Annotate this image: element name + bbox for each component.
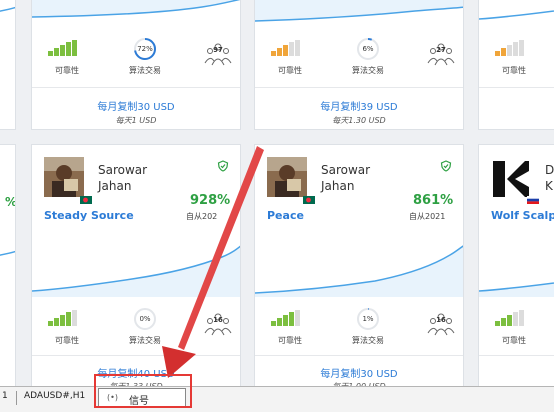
- signal-card-wolf-scalp-partial[interactable]: D K Wolf Scalp 可靠性: [478, 144, 554, 404]
- algo-trading-stat: 6% 算法交易: [333, 37, 403, 77]
- algo-label: 算法交易: [352, 336, 384, 345]
- equity-chart: [0, 250, 15, 256]
- provider-name-last[interactable]: K: [545, 178, 553, 194]
- subscribers-count: 16: [436, 316, 446, 324]
- reliability-stat: 可靠性: [255, 307, 325, 347]
- since-year: 自从202: [186, 212, 218, 221]
- subscribers-icon: 97: [204, 39, 232, 67]
- signal-card-top-3-partial[interactable]: 可靠性: [478, 0, 554, 130]
- tab-signals[interactable]: (•) 信号: [98, 388, 186, 408]
- signal-broadcast-icon: (•): [107, 393, 118, 402]
- price-link[interactable]: 每月复制39 USD: [255, 98, 463, 113]
- signal-card-left-partial[interactable]: %: [0, 144, 16, 404]
- gain-percent: 928%: [190, 193, 231, 208]
- provider-avatar[interactable]: [44, 157, 84, 197]
- equity-chart: [255, 245, 463, 297]
- provider-name-last[interactable]: Jahan: [98, 178, 131, 194]
- gain-percent: 861%: [413, 193, 454, 208]
- subscribers-icon: 27: [427, 39, 455, 67]
- reliability-stat: 可靠性: [32, 37, 102, 77]
- subscribers-count: 16: [213, 316, 223, 324]
- price-link[interactable]: 每月复制30 USD: [255, 365, 463, 380]
- algo-label: 算法交易: [352, 66, 384, 75]
- signal-card-top-1[interactable]: 可靠性 72% 算法交易 97 每月复制30 USD 每天1 USD: [31, 0, 241, 130]
- algo-ring: 72%: [133, 37, 157, 61]
- signals-viewport: 可靠性 72% 算法交易 97 每月复制30 USD 每天1 USD 可靠性 6…: [0, 0, 554, 412]
- reliability-label: 可靠性: [55, 336, 79, 345]
- reliability-label: 可靠性: [278, 66, 302, 75]
- reliability-stat: 可靠性: [255, 37, 325, 77]
- price-link[interactable]: 每月复制30 USD: [32, 98, 240, 113]
- equity-chart: [255, 0, 463, 22]
- algo-percent: 0%: [139, 315, 151, 323]
- bangladesh-flag-icon: [80, 189, 92, 204]
- strategy-name[interactable]: Steady Source: [44, 209, 134, 222]
- signal-card-top-2[interactable]: 可靠性 6% 算法交易 27 每月复制39 USD 每天1.30 USD: [254, 0, 464, 130]
- reliability-label: 可靠性: [502, 66, 526, 75]
- reliability-bars: [48, 310, 78, 326]
- provider-name-first[interactable]: Sarowar: [321, 162, 370, 178]
- price-link[interactable]: 每月复制40 USD: [32, 365, 240, 380]
- subscribers-icon: 16: [204, 309, 232, 337]
- reliability-bars: [495, 310, 525, 326]
- signal-card-steady-source[interactable]: Sarowar Jahan Steady Source 928% 自从202 可…: [31, 144, 241, 404]
- algo-trading-stat: 1% 算法交易: [333, 307, 403, 347]
- reliability-stat: 可靠性: [479, 307, 549, 347]
- russia-flag-icon: [527, 189, 539, 204]
- provider-avatar[interactable]: [267, 157, 307, 197]
- algo-trading-stat: 72% 算法交易: [110, 37, 180, 77]
- reliability-bars: [48, 40, 78, 56]
- subscribers-icon: 16: [427, 309, 455, 337]
- algo-label: 算法交易: [129, 66, 161, 75]
- reliability-bars: [271, 40, 301, 56]
- reliability-stat: 可靠性: [32, 307, 102, 347]
- algo-ring: 1%: [356, 307, 380, 331]
- strategy-name[interactable]: Peace: [267, 209, 304, 222]
- provider-logo[interactable]: [491, 159, 531, 199]
- reliability-label: 可靠性: [55, 66, 79, 75]
- gain-percent: %: [5, 195, 16, 209]
- provider-name-first[interactable]: Sarowar: [98, 162, 147, 178]
- algo-label: 算法交易: [129, 336, 161, 345]
- equity-chart: [0, 6, 15, 12]
- equity-chart: [479, 282, 554, 297]
- daily-price: 每天1.30 USD: [332, 116, 386, 125]
- bangladesh-flag-icon: [303, 189, 315, 204]
- signal-card-top-left-partial[interactable]: [0, 0, 16, 130]
- equity-chart: [32, 0, 240, 18]
- subscribers-count: 27: [436, 46, 446, 54]
- equity-chart: [479, 10, 554, 20]
- algo-percent: 6%: [362, 45, 374, 53]
- algo-ring: 0%: [133, 307, 157, 331]
- reliability-label: 可靠性: [278, 336, 302, 345]
- daily-price: 每天1 USD: [115, 116, 157, 125]
- provider-name-first[interactable]: D: [545, 162, 554, 178]
- tab-signals-label: 信号: [129, 396, 149, 407]
- terminal-tab-bar: 1 ADAUSD#,H1 (•) 信号: [0, 386, 554, 412]
- provider-name-last[interactable]: Jahan: [321, 178, 354, 194]
- reliability-bars: [271, 310, 301, 326]
- algo-percent: 72%: [137, 45, 153, 53]
- tab-chart-symbol[interactable]: ADAUSD#,H1: [24, 391, 85, 401]
- signal-card-peace[interactable]: Sarowar Jahan Peace 861% 自从2021 可靠性 1% 算…: [254, 144, 464, 404]
- verified-shield-icon: [217, 157, 229, 172]
- reliability-stat: 可靠性: [479, 37, 549, 77]
- reliability-label: 可靠性: [502, 336, 526, 345]
- algo-trading-stat: 0% 算法交易: [110, 307, 180, 347]
- reliability-bars: [495, 40, 525, 56]
- algo-percent: 1%: [362, 315, 374, 323]
- algo-ring: 6%: [356, 37, 380, 61]
- subscribers-count: 97: [213, 46, 223, 54]
- since-year: 自从2021: [409, 212, 446, 221]
- strategy-name[interactable]: Wolf Scalp: [491, 209, 554, 222]
- tab-item-left[interactable]: 1: [2, 391, 8, 401]
- equity-chart: [32, 245, 240, 297]
- verified-shield-icon: [440, 157, 452, 172]
